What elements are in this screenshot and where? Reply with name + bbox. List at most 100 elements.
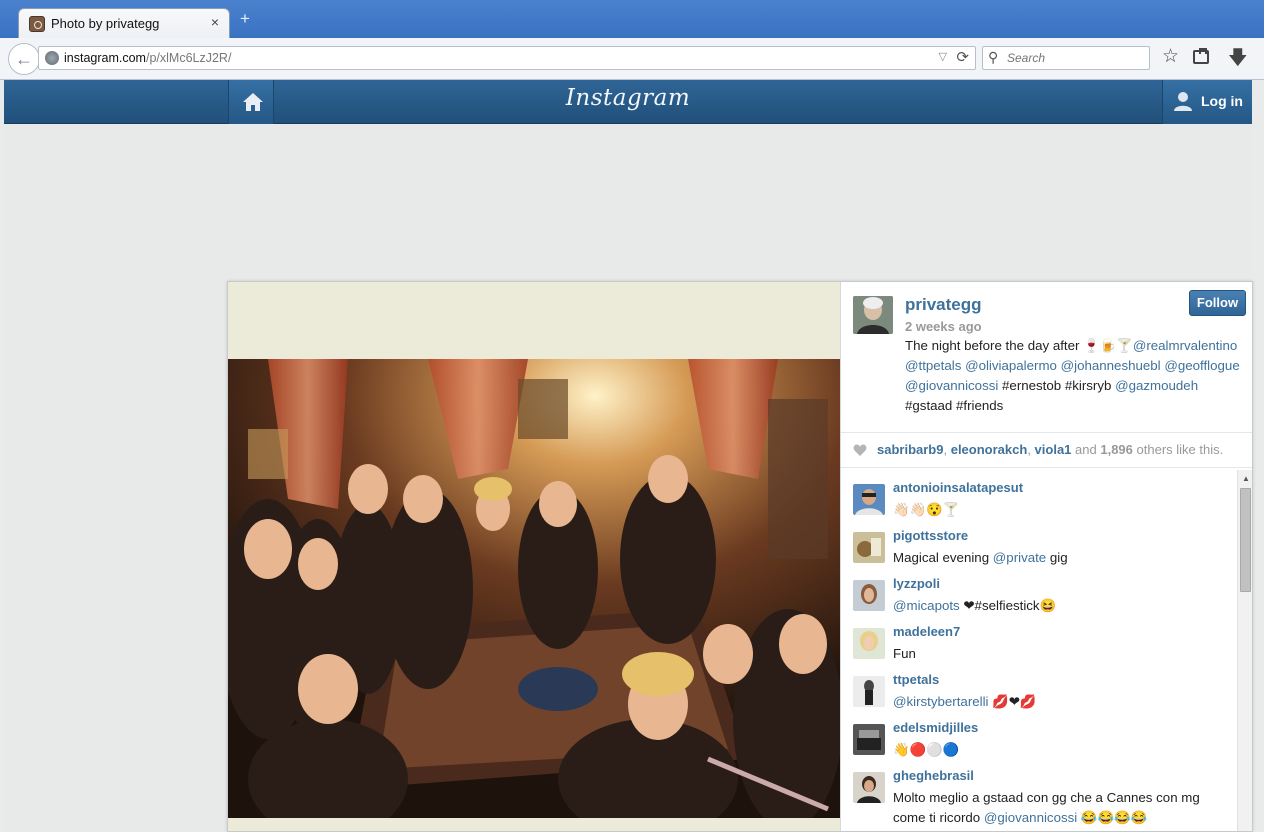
likes-row: sabribarb9, eleonorakch, viola1 and 1,89… [841,432,1252,468]
comment-item: lyzzpoli @micapots ❤#selfiestick😆 [853,576,1233,624]
mention-link[interactable]: @realmrvalentino [1133,338,1237,353]
bookmarks-menu-icon[interactable] [1193,48,1209,64]
heart-icon[interactable] [853,443,867,457]
download-icon[interactable]: 🡇 [1228,44,1248,76]
login-button[interactable]: Log in [1162,80,1252,124]
tab-close-icon[interactable]: × [211,14,219,30]
comment-text: Fun [893,646,916,661]
comment-item: ttpetals @kirstybertarelli 💋❤💋 [853,672,1233,720]
comments-list: antonioinsalatapesut 👋🏻👋🏻😯🍸 pigottsstore… [841,470,1252,831]
comment-username-link[interactable]: madeleen7 [893,624,960,639]
comment-text-part: Molto meglio a gstaad con gg che a Canne… [893,790,1200,805]
mention-link[interactable]: @giovannicossi [984,810,1077,825]
comment-username-link[interactable]: lyzzpoli [893,576,940,591]
likes-text: sabribarb9, eleonorakch, viola1 and 1,89… [877,442,1224,457]
url-history-dropdown-icon[interactable]: ▽ [939,50,947,63]
comment-text-part: 😂😂😂😂 [1077,810,1148,825]
url-host: instagram.com [64,51,146,65]
post-caption: The night before the day after 🍷🍺🍸@realm… [905,336,1247,416]
comment-username-link[interactable]: antonioinsalatapesut [893,480,1023,495]
likes-suffix: others like this. [1136,442,1224,457]
comment-text-part: Magical evening [893,550,993,565]
search-input[interactable] [1005,50,1145,66]
address-bar[interactable]: instagram.com/p/xlMc6LzJ2R/ ▽ ⟳ [38,46,976,70]
caption-hashtags: #ernestob #kirsryb [998,378,1116,393]
owner-username-link[interactable]: privategg [905,295,982,315]
comment-text: 👋🏻👋🏻😯🍸 [893,502,960,517]
comment-username-link[interactable]: gheghebrasil [893,768,974,783]
liker-link[interactable]: viola1 [1035,442,1072,457]
commenter-avatar[interactable] [853,724,885,755]
comment-username-link[interactable]: pigottsstore [893,528,968,543]
comment-username-link[interactable]: edelsmidjilles [893,720,978,735]
comment-text-part: come ti ricordo [893,810,984,825]
comment-text: Magical evening @private gig [893,548,1233,568]
commenter-avatar[interactable] [853,676,885,707]
user-icon [1174,92,1192,111]
owner-avatar[interactable] [853,296,893,334]
reload-icon[interactable]: ⟳ [956,48,969,66]
globe-icon [45,51,59,65]
comment-username-link[interactable]: ttpetals [893,672,939,687]
post-timestamp[interactable]: 2 weeks ago [905,319,982,334]
follow-button[interactable]: Follow [1189,290,1246,316]
login-label: Log in [1201,93,1243,109]
liker-link[interactable]: sabribarb9 [877,442,943,457]
caption-line: The night before the day after 🍷🍺🍸@realm… [905,336,1247,356]
mention-link[interactable]: @micapots [893,598,960,613]
caption-line: @giovannicossi #ernestob #kirsryb @gazmo… [905,376,1247,396]
mention-link[interactable]: @johanneshuebl [1061,358,1161,373]
search-box[interactable]: ⚲ [982,46,1150,70]
comment-text: Molto meglio a gstaad con gg che a Canne… [893,788,1233,828]
photo-post-card: privategg 2 weeks ago Follow The night b… [227,281,1253,832]
comment-item: gheghebrasil Molto meglio a gstaad con g… [853,768,1233,828]
comment-item: antonioinsalatapesut 👋🏻👋🏻😯🍸 [853,480,1233,528]
caption-line: @ttpetals @oliviapalermo @johanneshuebl … [905,356,1247,376]
commenter-avatar[interactable] [853,532,885,563]
post-photo [228,359,840,818]
comment-text-part: ❤#selfiestick😆 [959,598,1057,613]
comment-text-part: gig [1046,550,1068,565]
mention-link[interactable]: @ttpetals [905,358,961,373]
photo-frame [228,282,840,831]
liker-link[interactable]: eleonorakch [951,442,1028,457]
comment-text: 👋🔴⚪🔵 [893,742,960,757]
browser-tab[interactable]: Photo by privategg × [18,8,230,38]
comments-scrollbar[interactable]: ▲ [1237,470,1252,831]
mention-link[interactable]: @oliviapalermo [965,358,1057,373]
new-tab-button[interactable]: + [240,10,250,27]
comment-item: pigottsstore Magical evening @private gi… [853,528,1233,576]
bookmark-star-icon[interactable]: ☆ [1162,45,1179,68]
scrollbar-thumb[interactable] [1240,488,1251,592]
browser-navigation-bar: ← instagram.com/p/xlMc6LzJ2R/ ▽ ⟳ ⚲ ☆ 🡇 [0,38,1264,80]
mention-link[interactable]: @geofflogue [1164,358,1239,373]
mention-link[interactable]: @giovannicossi [905,378,998,393]
mention-link[interactable]: @kirstybertarelli [893,694,989,709]
commenter-avatar[interactable] [853,484,885,515]
comment-text: @kirstybertarelli 💋❤💋 [893,692,1233,712]
post-details-panel: privategg 2 weeks ago Follow The night b… [840,282,1252,831]
tab-title: Photo by privategg [51,16,160,31]
commenter-avatar[interactable] [853,772,885,803]
instagram-header: Instagram Log in [4,80,1252,124]
mention-link[interactable]: @private [993,550,1046,565]
mention-link[interactable]: @gazmoudeh [1115,378,1198,393]
instagram-favicon-icon [29,16,45,32]
likes-count: 1,896 [1100,442,1133,457]
comment-item: edelsmidjilles 👋🔴⚪🔵 [853,720,1233,768]
commenter-avatar[interactable] [853,628,885,659]
drink-emojis: 🍷🍺🍸 [1083,338,1133,353]
caption-text: The night before the day after [905,338,1084,353]
scroll-up-arrow-icon[interactable]: ▲ [1242,474,1250,483]
search-icon: ⚲ [988,49,999,65]
url-text[interactable]: instagram.com/p/xlMc6LzJ2R/ [64,51,231,65]
caption-line: #gstaad #friends [905,398,1004,413]
instagram-logo[interactable]: Instagram [4,85,1252,111]
commenter-avatar[interactable] [853,580,885,611]
comment-item: madeleen7 Fun [853,624,1233,672]
back-arrow-icon[interactable]: ← [8,43,40,75]
browser-tab-strip: Photo by privategg × + [0,0,1264,38]
comment-text: @micapots ❤#selfiestick😆 [893,596,1233,616]
comment-text-part: 💋❤💋 [988,694,1037,709]
url-path: /p/xlMc6LzJ2R/ [145,51,232,65]
